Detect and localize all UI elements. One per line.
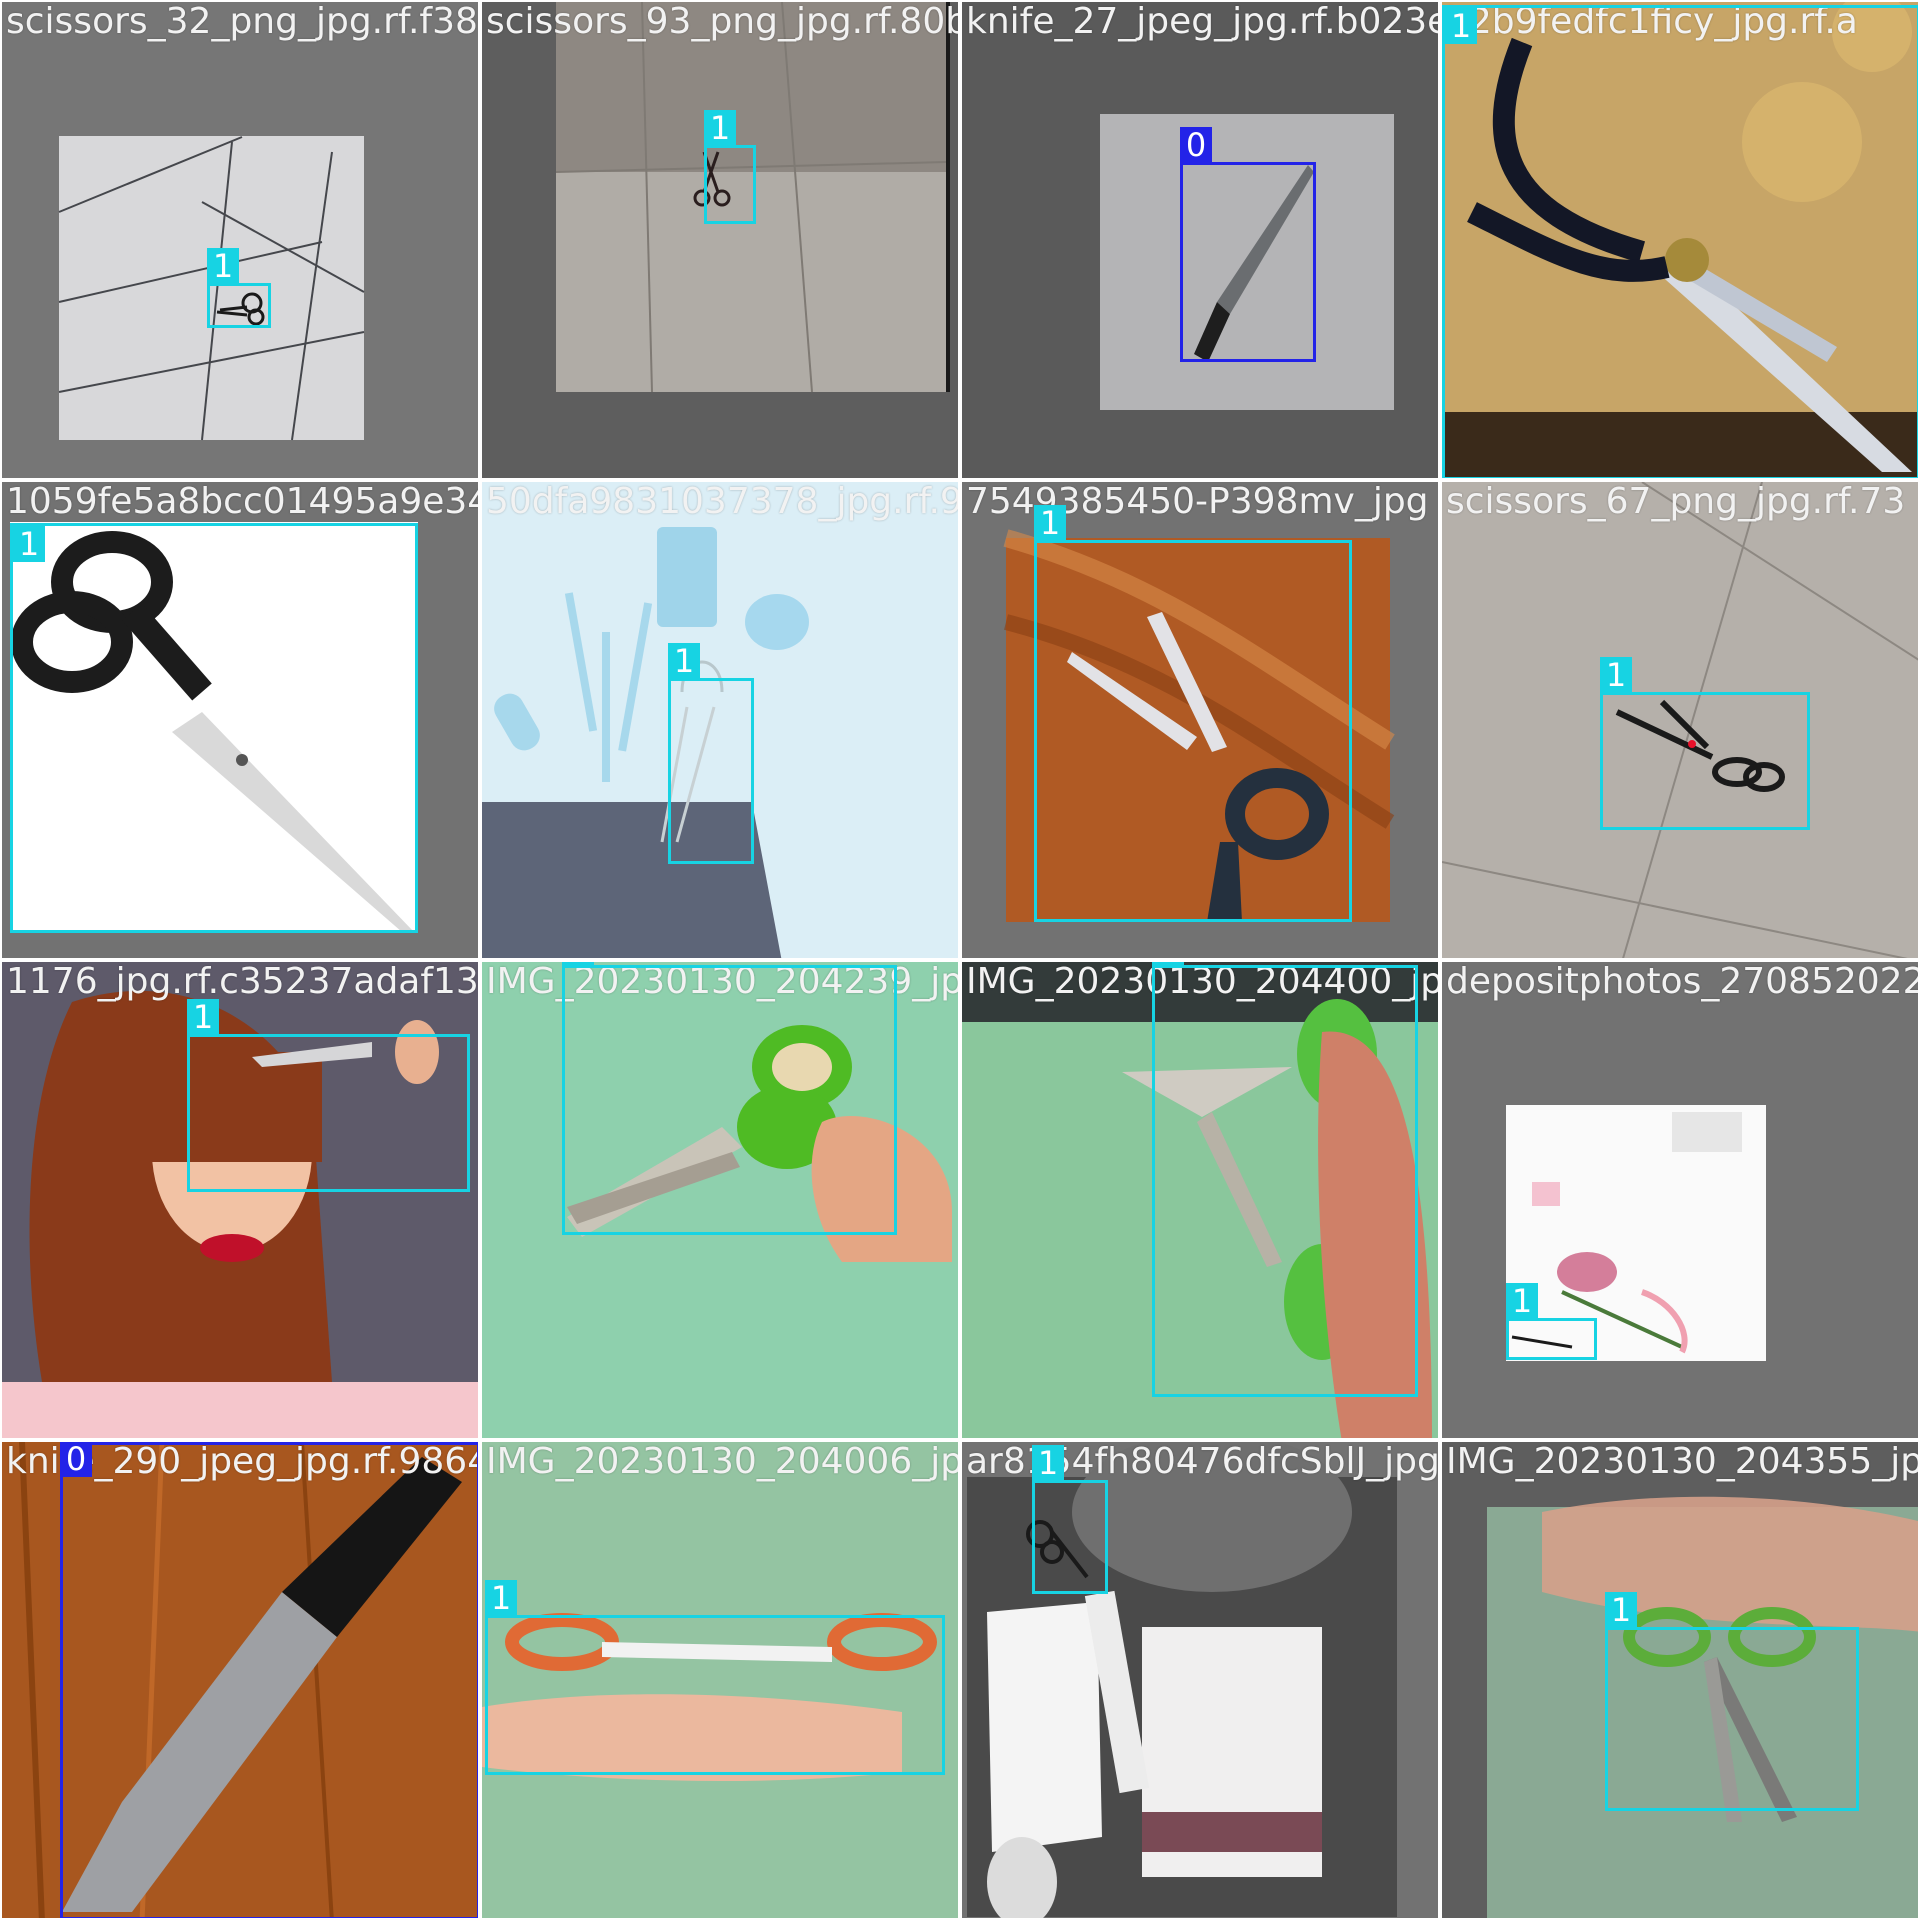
bounding-box: 1 — [1032, 1445, 1108, 1594]
class-label: 1 — [1152, 962, 1184, 966]
bounding-box: 1 — [668, 643, 754, 864]
class-label: 0 — [1180, 127, 1212, 163]
image-filename: scissors_67_png_jpg.rf.73 — [1446, 481, 1906, 522]
bounding-box: 1 — [187, 999, 470, 1192]
bounding-box: 1 — [1034, 505, 1352, 922]
image-filename: depositphotos_270852022-s — [1446, 961, 1920, 1002]
mosaic-tile: scissors_32_png_jpg.rf.f3878 1 — [0, 0, 480, 480]
image-filename: knife_27_jpeg_jpg.rf.b023e — [966, 1, 1440, 42]
mosaic-tile: ar8154fh80476dfcSblJ_jpg.rf 1 — [960, 1440, 1440, 1920]
bounding-box: 1 — [1152, 962, 1418, 1397]
mosaic-tile: IMG_20230130_204006_jpg 1 — [480, 1440, 960, 1920]
class-label: 1 — [1445, 8, 1477, 44]
mosaic-tile: 7549385450-P398mv_jpg 1 — [960, 480, 1440, 960]
class-label: 0 — [60, 1442, 92, 1477]
image-filename: 50dfa9831037378_jpg.rf.91 — [486, 481, 960, 522]
mosaic-tile: IMG_20230130_204400_jpg 1 — [960, 960, 1440, 1440]
image-filename: scissors_32_png_jpg.rf.f3878 — [6, 1, 480, 42]
class-label: 1 — [1506, 1283, 1538, 1319]
detection-mosaic: scissors_32_png_jpg.rf.f3878 1 scissors_… — [0, 0, 1920, 1920]
bounding-box: 1 — [704, 110, 756, 224]
class-label: 1 — [1600, 657, 1632, 693]
mosaic-tile: scissors_67_png_jpg.rf.73 1 — [1440, 480, 1920, 960]
image-filename: IMG_20230130_204355_jpg — [1446, 1441, 1920, 1482]
mosaic-tile: 50dfa9831037378_jpg.rf.91 1 — [480, 480, 960, 960]
mosaic-tile: scissors_93_png_jpg.rf.80b0 1 — [480, 0, 960, 480]
tile-image — [482, 2, 958, 478]
class-label: 1 — [1605, 1592, 1637, 1628]
mosaic-tile: IMG_20230130_204355_jpg 1 — [1440, 1440, 1920, 1920]
tile-image — [2, 2, 478, 478]
image-filename: IMG_20230130_204006_jpg — [486, 1441, 960, 1482]
bounding-box: 0 — [60, 1442, 478, 1918]
mosaic-tile: depositphotos_270852022-s 1 — [1440, 960, 1920, 1440]
image-filename: 1176_jpg.rf.c35237adaf139c — [6, 961, 480, 1002]
bounding-box: 1 — [485, 1580, 945, 1775]
bounding-box: 1 — [1442, 5, 1918, 478]
class-label: 1 — [1034, 505, 1066, 541]
class-label: 1 — [207, 248, 239, 284]
image-filename: 1059fe5a8bcc01495a9e3419 — [6, 481, 478, 522]
mosaic-tile: knife_290_jpeg_jpg.rf.9864c 0 — [0, 1440, 480, 1920]
bounding-box: 1 — [562, 962, 897, 1235]
class-label: 1 — [13, 526, 45, 562]
mosaic-tile: IMG_20230130_204239_jpg 1 — [480, 960, 960, 1440]
class-label: 1 — [1032, 1445, 1064, 1481]
bounding-box: 1 — [207, 248, 271, 328]
class-label: 1 — [668, 643, 700, 679]
class-label: 1 — [704, 110, 736, 146]
class-label: 1 — [562, 962, 594, 966]
mosaic-tile: b2b9fedfc1ficy_jpg.rf.a 1 — [1440, 0, 1920, 480]
mosaic-tile: 1176_jpg.rf.c35237adaf139c 1 — [0, 960, 480, 1440]
class-label: 1 — [485, 1580, 517, 1616]
bounding-box: 1 — [1605, 1592, 1859, 1811]
mosaic-tile: 1059fe5a8bcc01495a9e3419 1 — [0, 480, 480, 960]
bounding-box: 1 — [10, 523, 418, 933]
bounding-box: 1 — [1600, 657, 1810, 830]
tile-image — [1442, 962, 1918, 1438]
bounding-box: 0 — [1180, 127, 1316, 362]
image-filename: scissors_93_png_jpg.rf.80b0 — [486, 1, 960, 42]
mosaic-tile: knife_27_jpeg_jpg.rf.b023e 0 — [960, 0, 1440, 480]
class-label: 1 — [187, 999, 219, 1035]
bounding-box: 1 — [1506, 1283, 1597, 1360]
